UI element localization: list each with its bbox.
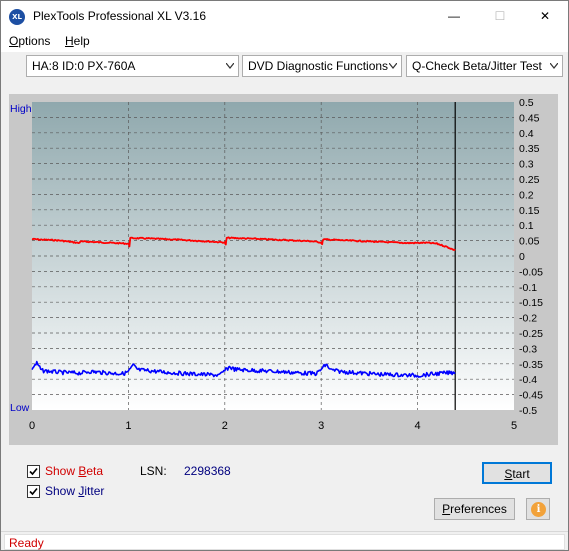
maximize-button[interactable]: ☐ xyxy=(477,1,523,31)
y-tick-label: 0.2 xyxy=(519,189,534,201)
function-select-value: DVD Diagnostic Functions xyxy=(248,59,389,73)
y-tick-label: 0.35 xyxy=(519,143,540,155)
info-button[interactable]: i xyxy=(526,498,550,520)
lsn-label: LSN: xyxy=(140,464,167,478)
axis-low-label: Low xyxy=(10,402,30,414)
x-tick-label: 5 xyxy=(511,420,517,432)
menu-help[interactable]: Help xyxy=(65,34,90,48)
close-icon: ✕ xyxy=(539,9,551,23)
y-tick-label: -0.25 xyxy=(519,328,543,340)
chevron-down-icon xyxy=(226,63,234,69)
y-tick-label: 0.3 xyxy=(519,159,534,171)
status-field: Ready xyxy=(4,534,565,550)
y-tick-label: 0.15 xyxy=(519,205,540,217)
y-tick-label: 0 xyxy=(519,251,525,263)
y-tick-label: -0.35 xyxy=(519,359,543,371)
y-tick-label: -0.15 xyxy=(519,297,543,309)
checkmark-icon xyxy=(29,467,38,475)
menu-bar: Options Help xyxy=(1,31,568,52)
y-tick-label: 0.4 xyxy=(519,128,534,140)
chevron-down-icon xyxy=(550,63,558,69)
minimize-icon: — xyxy=(448,9,460,23)
test-select-value: Q-Check Beta/Jitter Test xyxy=(412,59,542,73)
show-jitter-checkbox[interactable]: Show Jitter xyxy=(27,484,104,498)
x-tick-label: 1 xyxy=(125,420,131,432)
y-tick-label: 0.25 xyxy=(519,174,540,186)
info-icon: i xyxy=(531,502,546,517)
y-tick-label: 0.1 xyxy=(519,220,534,232)
checkbox-box[interactable] xyxy=(27,464,40,478)
chart-panel: 0.5 0.45 0.4 0.35 0.3 0.25 0.2 0.15 0.1 0.05 0 -0.0… xyxy=(9,94,558,445)
x-tick-label: 0 xyxy=(29,420,35,432)
y-tick-label: 0.5 xyxy=(519,97,534,109)
drive-select[interactable]: HA:8 ID:0 PX-760A xyxy=(26,55,239,77)
x-tick-label: 2 xyxy=(222,420,228,432)
close-button[interactable]: ✕ xyxy=(522,1,568,31)
beta-jitter-chart: 0.5 0.45 0.4 0.35 0.3 0.25 0.2 0.15 0.1 0.05 0 -0.0… xyxy=(10,97,543,432)
status-text: Ready xyxy=(9,536,44,550)
y-tick-label: -0.4 xyxy=(519,374,537,386)
checkbox-box[interactable] xyxy=(27,484,40,498)
show-beta-checkbox[interactable]: Show Beta xyxy=(27,464,103,478)
y-tick-label: -0.3 xyxy=(519,343,537,355)
menu-options[interactable]: Options xyxy=(9,34,50,48)
y-tick-label: -0.05 xyxy=(519,266,543,278)
status-bar: Ready xyxy=(1,531,568,550)
chevron-down-icon xyxy=(389,63,397,69)
drive-select-value: HA:8 ID:0 PX-760A xyxy=(32,59,136,73)
maximize-icon: ☐ xyxy=(494,9,506,23)
y-tick-label: 0.45 xyxy=(519,112,540,124)
app-window: XL PlexTools Professional XL V3.16 — ☐ ✕… xyxy=(0,0,569,551)
window-title: PlexTools Professional XL V3.16 xyxy=(33,9,206,23)
x-tick-label: 3 xyxy=(318,420,324,432)
axis-high-label: High xyxy=(10,103,32,115)
start-button[interactable]: Start xyxy=(482,462,552,484)
y-tick-label: -0.1 xyxy=(519,282,537,294)
test-select[interactable]: Q-Check Beta/Jitter Test xyxy=(406,55,563,77)
x-tick-label: 4 xyxy=(415,420,421,432)
minimize-button[interactable]: — xyxy=(431,1,477,31)
y-tick-label: -0.45 xyxy=(519,390,543,402)
lsn-value: 2298368 xyxy=(184,464,231,478)
app-logo-icon: XL xyxy=(9,9,25,25)
show-beta-label: Show Beta xyxy=(45,464,104,478)
show-jitter-label: Show Jitter xyxy=(45,484,105,498)
function-select[interactable]: DVD Diagnostic Functions xyxy=(242,55,402,77)
y-tick-label: 0.05 xyxy=(519,236,540,248)
preferences-button[interactable]: Preferences xyxy=(434,498,515,520)
y-tick-label: -0.2 xyxy=(519,313,537,325)
title-bar: XL PlexTools Professional XL V3.16 — ☐ ✕ xyxy=(1,1,568,31)
checkmark-icon xyxy=(29,487,38,495)
y-tick-label: -0.5 xyxy=(519,405,537,417)
